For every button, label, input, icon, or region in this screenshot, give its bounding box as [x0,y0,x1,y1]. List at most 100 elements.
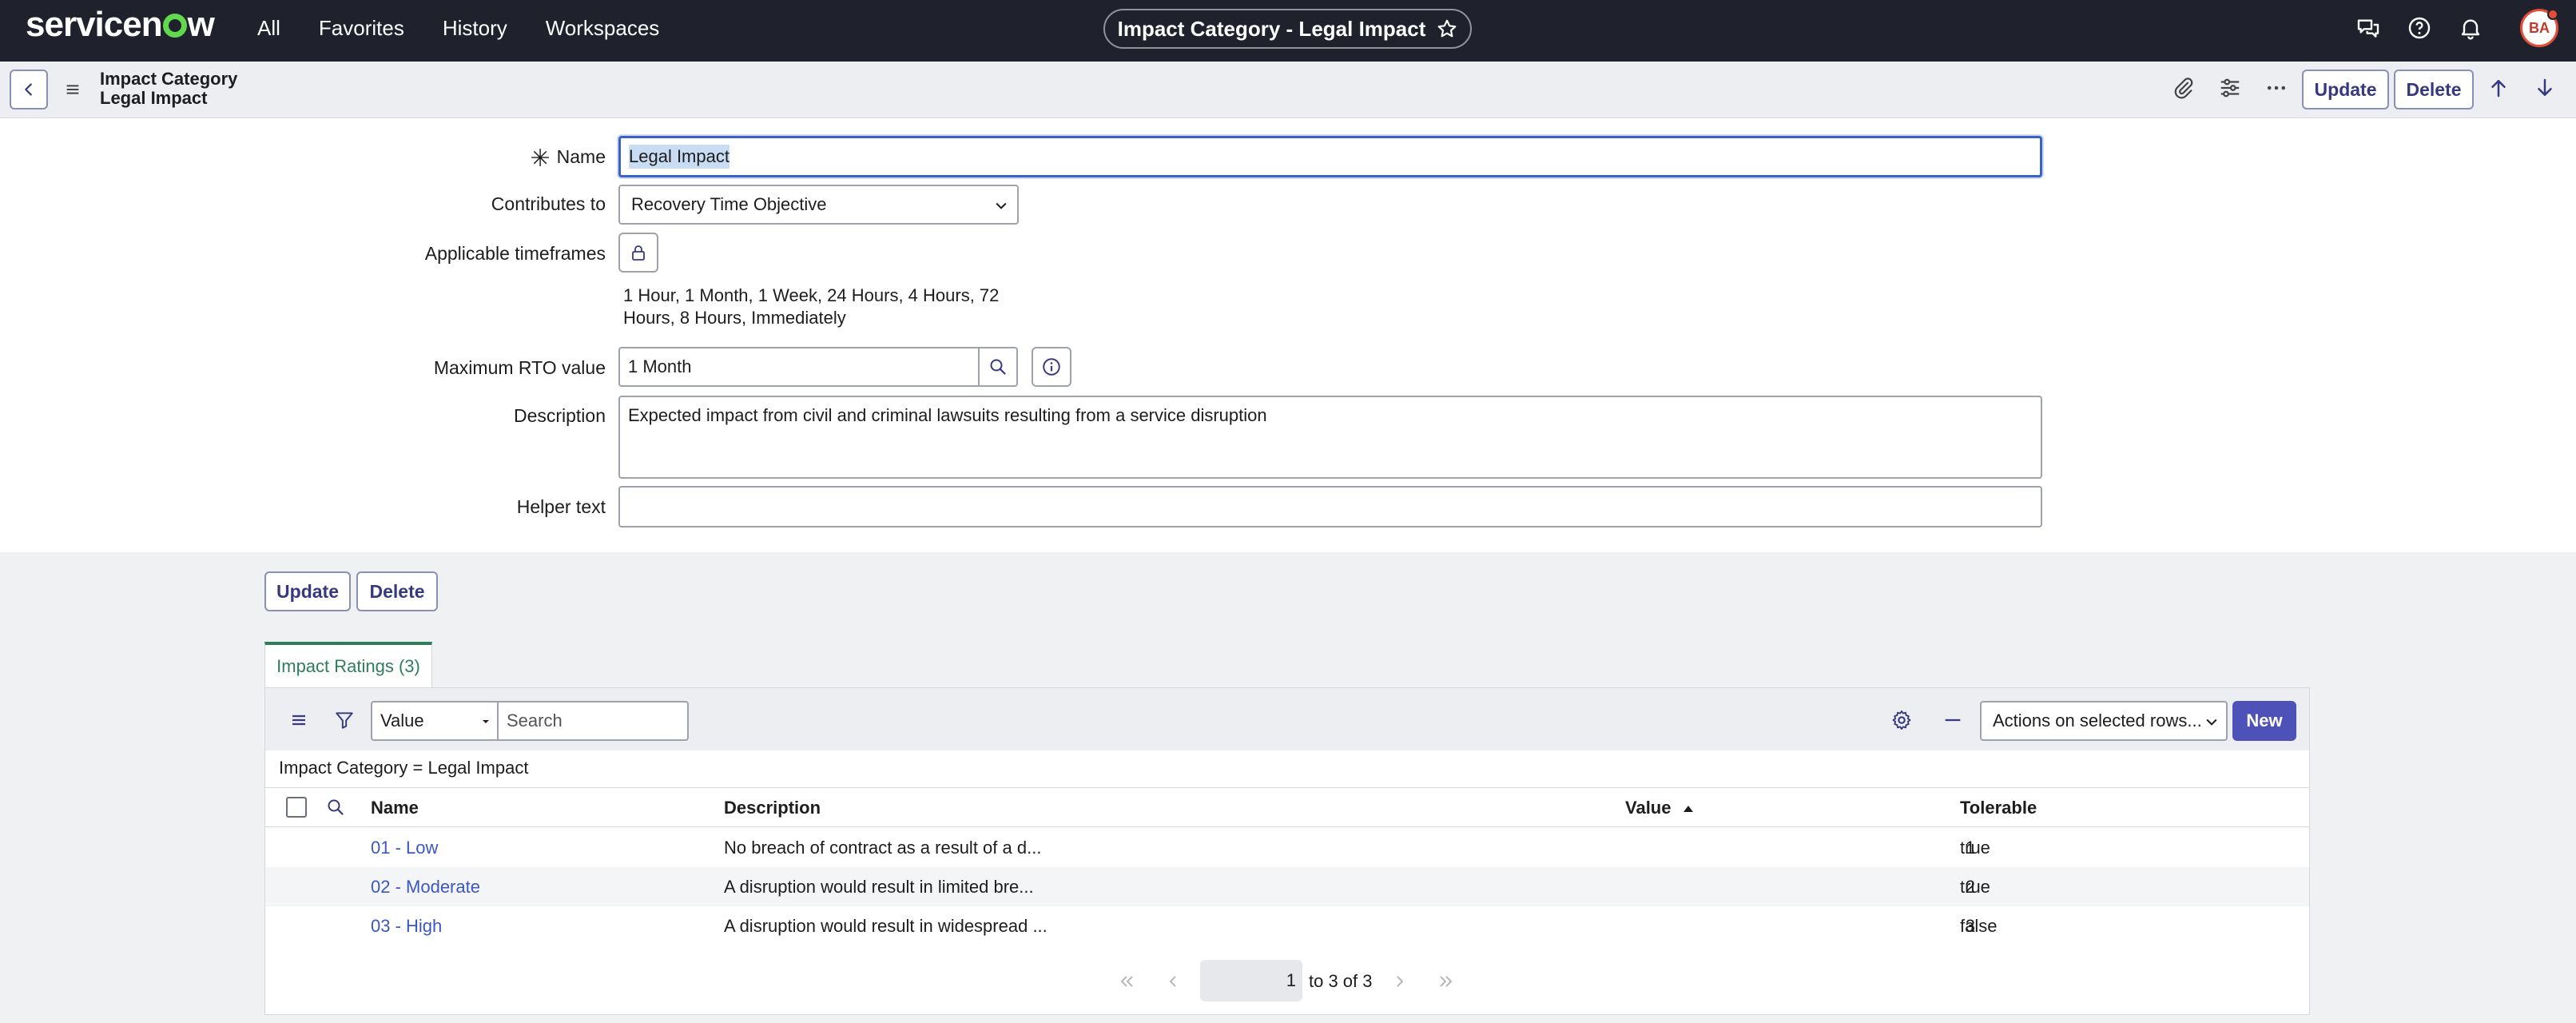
list-breadcrumb[interactable]: Impact Category = Legal Impact [279,758,528,778]
record-header: Impact Category Legal Impact Update Dele… [0,62,2576,118]
tab-impact-ratings[interactable]: Impact Ratings (3) [264,642,432,688]
user-avatar[interactable]: BA [2520,9,2558,47]
first-page-icon[interactable] [1117,972,1136,991]
nav-favorites[interactable]: Favorites [319,16,404,41]
rating-tolerable: false [1960,916,1998,936]
rating-name-link[interactable]: 03 - High [371,916,442,937]
column-header-value[interactable]: Value [1625,798,1694,818]
nav-links: All Favorites History Workspaces [257,0,698,56]
collapse-icon[interactable] [1942,709,1964,731]
avatar-initials: BA [2529,19,2550,36]
table-row: 02 - Moderate A disruption would result … [265,867,2309,906]
back-button[interactable] [10,70,48,109]
star-icon[interactable] [1437,18,1457,39]
actions-on-selected-rows-label: Actions on selected rows... [1993,711,2202,730]
top-navigation: servicen w All Favorites History Workspac… [0,0,2576,62]
rto-info-button[interactable] [1032,347,1071,387]
chat-icon[interactable] [2355,15,2381,41]
name-value: Legal Impact [629,145,729,169]
maximum-rto-input[interactable]: 1 Month [618,347,980,387]
caret-down-icon [483,720,489,723]
more-options-icon[interactable] [2264,76,2288,100]
contributes-to-select[interactable]: Recovery Time Objective [618,185,1019,225]
applicable-timeframes-label: Applicable timeframes [424,243,606,264]
applicable-timeframes-value: 1 Hour, 1 Month, 1 Week, 24 Hours, 4 Hou… [623,285,1000,328]
name-input[interactable]: Legal Impact [618,136,2042,177]
page-range-text: to 3 of 3 [1309,971,1373,991]
rating-tolerable: true [1960,877,1990,897]
search-field-select[interactable]: Value [371,701,499,741]
description-label: Description [513,405,606,426]
record-title-block: Impact Category Legal Impact [100,70,237,108]
update-button[interactable]: Update [264,571,351,611]
search-field-value: Value [380,711,424,730]
nav-workspaces[interactable]: Workspaces [546,16,660,41]
header-delete-button[interactable]: Delete [2394,70,2474,109]
record-title-pill[interactable]: Impact Category - Legal Impact [1103,9,1472,49]
list-pagination: 1 to 3 of 3 [265,960,2309,1003]
attachment-icon[interactable] [2172,76,2196,100]
table-header: Name Description Value Tolerable [265,787,2309,827]
nav-all[interactable]: All [257,16,280,41]
sort-ascending-icon [1683,806,1693,812]
record-form: ✳ Name Legal Impact Contributes to Recove… [0,118,2576,552]
rating-description: No breach of contract as a result of a d… [724,838,1042,858]
context-menu-icon[interactable] [64,81,81,98]
new-button[interactable]: New [2232,701,2296,741]
helper-text-label: Helper text [516,496,606,517]
page-number-input[interactable]: 1 [1200,960,1302,1001]
arrow-down-icon[interactable] [2533,76,2557,100]
rating-tolerable: true [1960,838,1990,858]
search-icon[interactable] [326,798,345,817]
rto-lookup-button[interactable] [978,347,1018,387]
record-display-name: Legal Impact [100,88,208,108]
presence-dot [2547,9,2558,20]
info-icon [1043,358,1060,376]
delete-button[interactable]: Delete [356,571,438,611]
chevron-down-icon [996,202,1007,209]
arrow-up-icon[interactable] [2487,76,2510,100]
unlock-timeframes-button[interactable] [618,233,658,273]
header-update-button[interactable]: Update [2302,70,2389,109]
list-toolbar: Value Search Actions on selected rows...… [265,688,2309,750]
maximum-rto-label: Maximum RTO value [433,357,606,378]
chevron-left-icon [25,83,32,96]
nav-history[interactable]: History [443,16,507,41]
table-row: 03 - High A disruption would result in w… [265,906,2309,945]
impact-ratings-list: Value Search Actions on selected rows...… [264,687,2310,1015]
list-search-input[interactable]: Search [497,701,689,741]
list-menu-icon[interactable] [289,711,308,730]
settings-sliders-icon[interactable] [2218,76,2242,100]
maximum-rto-value: 1 Month [628,356,692,376]
bell-icon[interactable] [2458,15,2483,41]
next-page-icon[interactable] [1390,972,1409,991]
rating-description: A disruption would result in widespread … [724,916,1047,936]
chevron-down-icon [2206,718,2217,726]
description-textarea[interactable]: Expected impact from civil and criminal … [618,396,2042,479]
filter-icon[interactable] [334,710,355,730]
column-header-description[interactable]: Description [724,798,821,818]
table-row: 01 - Low No breach of contract as a resu… [265,828,2309,867]
rating-name-link[interactable]: 01 - Low [371,838,438,858]
list-search-placeholder: Search [507,711,563,730]
contributes-to-label: Contributes to [491,193,606,214]
search-icon [990,359,1006,375]
contributes-to-value: Recovery Time Objective [631,194,827,214]
column-header-name[interactable]: Name [371,798,419,818]
column-header-tolerable[interactable]: Tolerable [1960,798,2037,818]
lock-icon [632,245,645,261]
help-icon[interactable] [2407,15,2432,41]
description-value: Expected impact from civil and criminal … [628,405,1267,425]
rating-description: A disruption would result in limited bre… [724,877,1034,897]
last-page-icon[interactable] [1437,972,1456,991]
select-all-checkbox[interactable] [286,797,307,818]
name-label: ✳ Name [530,145,606,172]
rating-name-link[interactable]: 02 - Moderate [371,877,480,898]
gear-icon[interactable] [1890,709,1913,731]
actions-on-selected-rows-select[interactable]: Actions on selected rows... [1980,701,2228,741]
servicenow-logo[interactable]: servicen w [26,5,215,45]
page-number-value: 1 [1286,970,1296,990]
record-table-name: Impact Category [100,69,238,89]
previous-page-icon[interactable] [1163,972,1183,991]
helper-text-input[interactable] [618,486,2042,527]
